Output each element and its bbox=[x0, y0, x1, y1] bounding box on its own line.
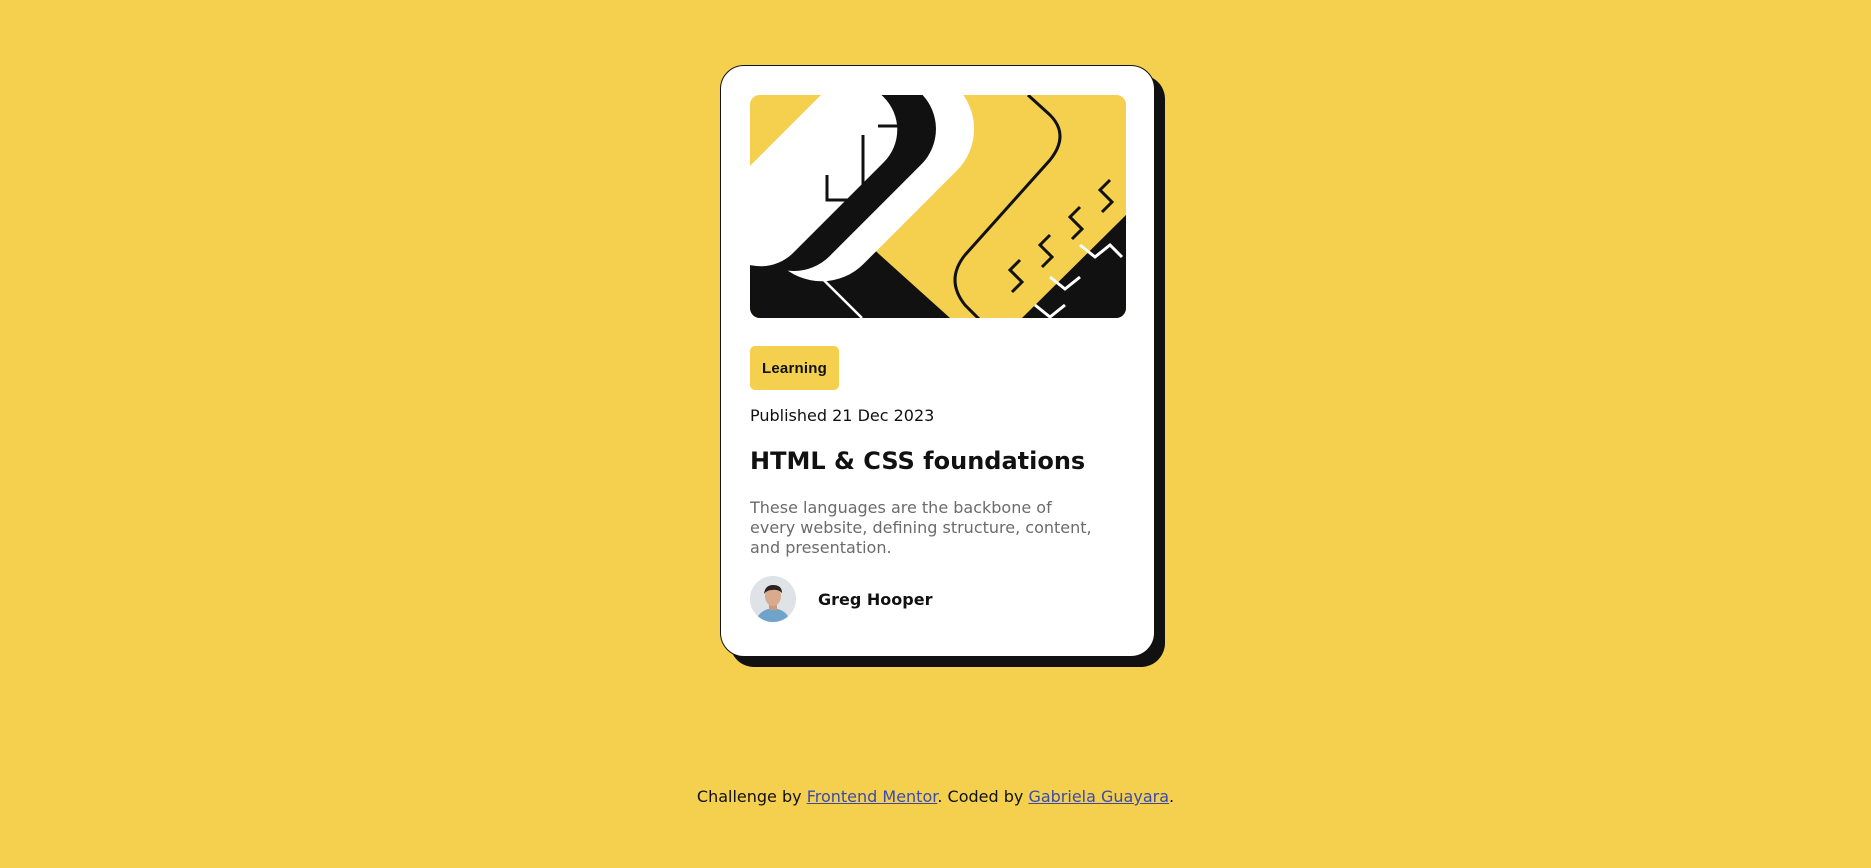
frontend-mentor-link[interactable]: Frontend Mentor bbox=[807, 787, 938, 806]
illustration-image bbox=[750, 95, 1126, 318]
author: Greg Hooper bbox=[750, 576, 932, 622]
attribution-prefix: Challenge by bbox=[696, 787, 807, 806]
card-title[interactable]: HTML & CSS foundations bbox=[750, 447, 1085, 475]
published-date: Published 21 Dec 2023 bbox=[750, 406, 935, 425]
attribution-footer: Challenge by Frontend Mentor. Coded by G… bbox=[0, 787, 1871, 806]
category-tag: Learning bbox=[750, 346, 839, 390]
author-name: Greg Hooper bbox=[818, 589, 933, 609]
avatar-image bbox=[750, 576, 796, 622]
blog-preview-card[interactable]: Learning Published 21 Dec 2023 HTML & CS… bbox=[720, 65, 1155, 657]
illustration-art bbox=[750, 95, 1126, 318]
author-link[interactable]: Gabriela Guayara bbox=[1028, 787, 1169, 806]
attribution-suffix: . bbox=[1169, 787, 1175, 806]
avatar bbox=[750, 576, 796, 622]
card-description: These languages are the backbone of ever… bbox=[750, 498, 1092, 557]
attribution-middle: . Coded by bbox=[937, 787, 1029, 806]
